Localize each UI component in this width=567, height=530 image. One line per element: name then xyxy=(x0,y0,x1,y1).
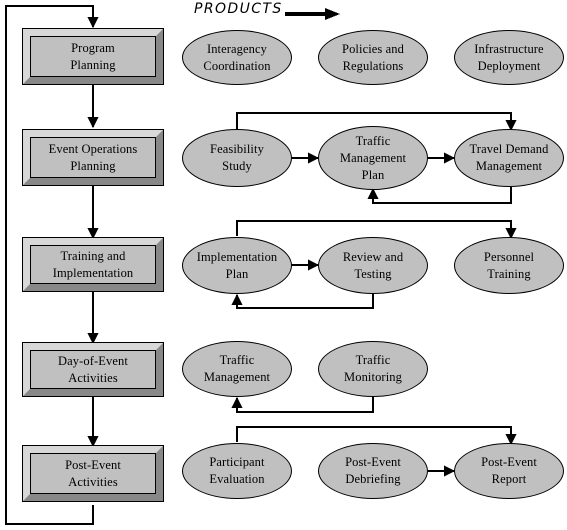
phase-label: Training and Implementation xyxy=(52,248,134,280)
phase-box-program-planning[interactable]: Program Planning xyxy=(22,28,164,85)
product-label: Traffic Management xyxy=(203,353,271,384)
product-ellipse-travel-demand-management[interactable]: Travel Demand Management xyxy=(454,129,564,187)
product-label: Policies and Regulations xyxy=(342,41,404,73)
arrow-participant-to-report-top xyxy=(236,426,517,446)
product-ellipse-participant-evaluation[interactable]: Participant Evaluation xyxy=(182,443,292,499)
box-inner: Event Operations Planning xyxy=(30,137,156,178)
arrow-tdm-to-tmp-bottom xyxy=(367,187,512,204)
product-ellipse-traffic-management-plan[interactable]: Traffic Management Plan xyxy=(318,126,428,190)
product-label: Post-Event Report xyxy=(481,455,537,486)
arrow-implplan-to-personnel-top xyxy=(236,220,517,240)
box-inner: Post-Event Activities xyxy=(30,453,156,494)
product-ellipse-personnel-training[interactable]: Personnel Training xyxy=(454,237,564,294)
product-ellipse-feasibility-study[interactable]: Feasibility Study xyxy=(182,129,292,187)
phase-label: Event Operations Planning xyxy=(48,141,138,173)
products-header-arrow-icon xyxy=(285,8,340,20)
product-label: Traffic Monitoring xyxy=(344,353,402,384)
arrow-monitoring-to-management xyxy=(231,396,374,413)
product-label: Interagency Coordination xyxy=(203,41,271,73)
phase-label: Day-of-Event Activities xyxy=(58,353,128,385)
product-ellipse-interagency-coordination[interactable]: Interagency Coordination xyxy=(182,30,292,85)
phase-box-post-event-activities[interactable]: Post-Event Activities xyxy=(22,445,164,502)
product-ellipse-traffic-monitoring[interactable]: Traffic Monitoring xyxy=(318,341,428,397)
product-label: Participant Evaluation xyxy=(209,455,265,486)
box-inner: Training and Implementation xyxy=(30,245,156,284)
phase-box-event-operations-planning[interactable]: Event Operations Planning xyxy=(22,129,164,186)
product-ellipse-policies-and-regulations[interactable]: Policies and Regulations xyxy=(318,30,428,85)
product-ellipse-infrastructure-deployment[interactable]: Infrastructure Deployment xyxy=(454,30,564,85)
product-label: Personnel Training xyxy=(483,249,535,281)
arrow-review-to-implplan-bottom xyxy=(231,293,374,309)
product-label: Travel Demand Management xyxy=(469,142,549,173)
box-inner: Day-of-Event Activities xyxy=(30,350,156,389)
phase-box-day-of-event-activities[interactable]: Day-of-Event Activities xyxy=(22,342,164,397)
phase-label: Program Planning xyxy=(70,40,116,72)
product-label: Review and Testing xyxy=(342,249,404,281)
product-label: Implementation Plan xyxy=(196,249,278,281)
product-ellipse-implementation-plan[interactable]: Implementation Plan xyxy=(182,237,292,294)
product-label: Traffic Management Plan xyxy=(339,133,407,182)
product-ellipse-review-and-testing[interactable]: Review and Testing xyxy=(318,237,428,294)
box-inner: Program Planning xyxy=(30,36,156,77)
product-ellipse-post-event-report[interactable]: Post-Event Report xyxy=(454,443,564,499)
product-ellipse-traffic-management[interactable]: Traffic Management xyxy=(182,341,292,397)
process-flow-diagram: PRODUCTS Program Planning Event Operatio… xyxy=(0,0,567,530)
phase-box-training-and-implementation[interactable]: Training and Implementation xyxy=(22,237,164,292)
product-label: Infrastructure Deployment xyxy=(474,41,544,73)
product-ellipse-post-event-debriefing[interactable]: Post-Event Debriefing xyxy=(318,443,428,499)
product-label: Post-Event Debriefing xyxy=(345,455,401,486)
products-header-label: PRODUCTS xyxy=(194,1,283,17)
product-label: Feasibility Study xyxy=(210,142,264,173)
phase-label: Post-Event Activities xyxy=(65,457,121,489)
